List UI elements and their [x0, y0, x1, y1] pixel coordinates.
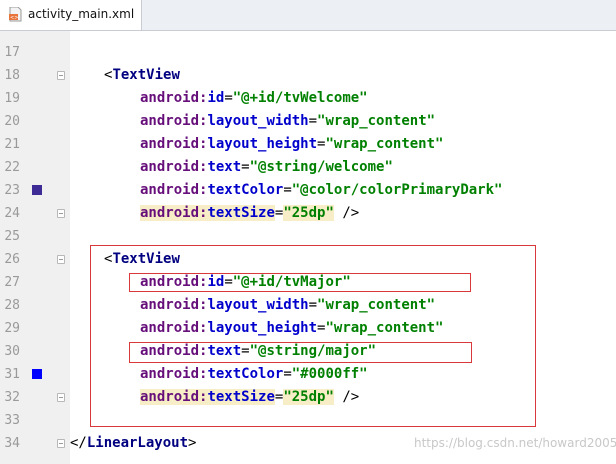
- attribute-namespace: android: [140, 136, 200, 152]
- line-number: 27: [4, 275, 20, 290]
- code-text: android:layout_height="wrap_content": [140, 136, 443, 152]
- code-line[interactable]: 17: [0, 42, 616, 65]
- code-line[interactable]: 21 android:layout_height="wrap_content": [0, 134, 616, 157]
- highlight-box-id-attribute: [129, 273, 471, 292]
- attribute-name: textColor: [207, 182, 284, 198]
- line-number: 18: [4, 68, 20, 83]
- code-text: android:layout_width="wrap_content": [140, 113, 435, 129]
- fold-marker-icon[interactable]: [57, 71, 65, 80]
- tag-bracket: />: [333, 205, 360, 221]
- line-number: 30: [4, 344, 20, 359]
- equals-sign: =: [241, 159, 250, 175]
- code-text: android:text="@string/welcome": [140, 159, 393, 175]
- line-number: 17: [4, 45, 20, 60]
- code-text: android:textSize="25dp" />: [140, 205, 359, 221]
- code-text: <TextView: [104, 67, 180, 83]
- attribute-span: android:layout_width: [140, 113, 309, 129]
- line-number: 28: [4, 298, 20, 313]
- tag-bracket: </: [70, 435, 87, 451]
- attribute-namespace: android: [140, 113, 200, 129]
- line-number: 31: [4, 367, 20, 382]
- equals-sign: =: [308, 113, 318, 129]
- attribute-value: "25dp": [283, 205, 334, 221]
- svg-text:<>: <>: [10, 15, 18, 21]
- fold-marker-icon[interactable]: [57, 439, 65, 448]
- code-line[interactable]: 23 android:textColor="@color/colorPrimary…: [0, 180, 616, 203]
- line-number: 26: [4, 252, 20, 267]
- line-number: 21: [4, 137, 20, 152]
- tab-label: activity_main.xml: [28, 7, 135, 21]
- line-number: 32: [4, 390, 20, 405]
- xml-file-icon: <>: [9, 7, 22, 22]
- tag-name: LinearLayout: [86, 435, 189, 451]
- code-line[interactable]: 19 android:id="@+id/tvWelcome": [0, 88, 616, 111]
- attribute-namespace: android: [140, 205, 200, 221]
- attribute-span: android:textColor: [140, 182, 283, 198]
- tag-bracket: >: [188, 435, 197, 451]
- fold-marker-icon[interactable]: [57, 209, 65, 218]
- attribute-namespace: android: [140, 159, 200, 175]
- line-number: 25: [4, 229, 20, 244]
- attribute-value: "@+id/tvWelcome": [232, 90, 368, 106]
- line-number: 20: [4, 114, 20, 129]
- attribute-span: android:id: [140, 90, 224, 106]
- line-number: 22: [4, 160, 20, 175]
- tab-activity-main-xml[interactable]: <> activity_main.xml: [0, 0, 142, 30]
- attribute-value: "@string/welcome": [249, 159, 393, 175]
- line-number: 29: [4, 321, 20, 336]
- code-line[interactable]: 22 android:text="@string/welcome": [0, 157, 616, 180]
- fold-marker-icon[interactable]: [57, 255, 65, 264]
- line-number: 24: [4, 206, 20, 221]
- tag-name: TextView: [112, 67, 180, 83]
- line-number: 23: [4, 183, 20, 198]
- code-line[interactable]: 18 <TextView: [0, 65, 616, 88]
- attribute-namespace: android: [140, 90, 200, 106]
- color-swatch-icon[interactable]: [32, 369, 42, 379]
- attribute-value: "@color/colorPrimaryDark": [291, 182, 503, 198]
- attribute-value: "wrap_content": [325, 136, 444, 152]
- code-text: android:id="@+id/tvWelcome": [140, 90, 368, 106]
- code-line[interactable]: 24 android:textSize="25dp" />: [0, 203, 616, 226]
- code-text: android:textColor="@color/colorPrimaryDa…: [140, 182, 502, 198]
- editor-tab-bar: <> activity_main.xml: [0, 0, 616, 31]
- attribute-name: text: [207, 159, 242, 175]
- color-swatch-icon[interactable]: [32, 185, 42, 195]
- attribute-span: android:layout_height: [140, 136, 317, 152]
- attribute-name: textSize: [207, 205, 275, 221]
- attribute-span: android:text: [140, 159, 241, 175]
- equals-sign: =: [224, 90, 233, 106]
- line-number: 34: [4, 436, 20, 451]
- line-number: 33: [4, 413, 20, 428]
- attribute-value: "wrap_content": [317, 113, 436, 129]
- highlight-box-text-attribute: [129, 342, 472, 363]
- attribute-name: id: [207, 90, 225, 106]
- code-line[interactable]: 20 android:layout_width="wrap_content": [0, 111, 616, 134]
- fold-marker-icon[interactable]: [57, 393, 65, 402]
- equals-sign: =: [283, 182, 292, 198]
- attribute-span: android:textSize: [140, 205, 275, 221]
- attribute-name: layout_width: [207, 113, 309, 129]
- watermark-text: https://blog.csdn.net/howard2005: [414, 436, 616, 450]
- code-text: </LinearLayout>: [70, 435, 196, 451]
- attribute-namespace: android: [140, 182, 200, 198]
- line-number: 19: [4, 91, 20, 106]
- attribute-name: layout_height: [207, 136, 318, 152]
